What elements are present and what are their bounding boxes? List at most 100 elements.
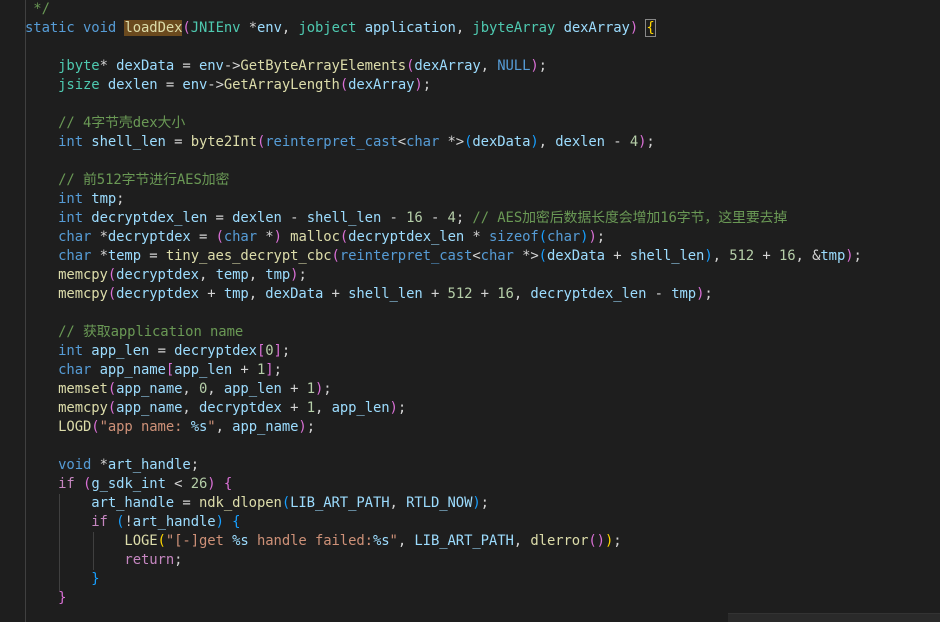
code-token: art_handle (91, 495, 175, 511)
code-token: 26 (190, 476, 208, 492)
code-token: handle failed: (248, 533, 373, 549)
code-token: } (91, 571, 100, 587)
code-line-15[interactable]: memcpy(decryptdex, temp, tmp); (25, 266, 307, 285)
code-token: temp (215, 267, 249, 283)
code-line-28[interactable]: if (!art_handle) { (25, 513, 240, 532)
code-line-29[interactable]: LOGE("[-]get %s handle failed:%s", LIB_A… (25, 532, 622, 551)
code-token: ; (613, 533, 622, 549)
code-token: + (422, 286, 448, 302)
code-token: int (58, 191, 83, 207)
code-line-26[interactable]: if (g_sdk_int < 26) { (25, 475, 232, 494)
code-token: JNIEnv (190, 20, 241, 36)
code-line-14[interactable]: char *temp = tiny_aes_decrypt_cbc(reinte… (25, 247, 862, 266)
code-token: ) (298, 419, 307, 435)
code-token: tmp (91, 191, 117, 207)
code-token: ) (414, 77, 423, 93)
code-token: = (174, 58, 199, 74)
code-token: - (646, 286, 672, 302)
code-token: < (472, 248, 481, 264)
code-line-12[interactable]: int decryptdex_len = dexlen - shell_len … (25, 209, 787, 228)
code-token: , (314, 400, 332, 416)
code-line-19[interactable]: int app_len = decryptdex[0]; (25, 342, 290, 361)
code-token: GetArrayLength (223, 77, 340, 93)
code-token: byte2Int (190, 134, 257, 150)
code-token: ( (538, 229, 547, 245)
code-token: application (364, 20, 456, 36)
code-token: { (232, 514, 241, 530)
horizontal-scrollbar[interactable] (728, 613, 940, 622)
code-token: app_len (91, 343, 150, 359)
code-token: %s (232, 533, 249, 549)
code-token: ndk_dlopen (198, 495, 282, 511)
code-line-8[interactable]: int shell_len = byte2Int(reinterpret_cas… (25, 133, 655, 152)
code-line-16[interactable]: memcpy(decryptdex + tmp, dexData + shell… (25, 285, 713, 304)
code-token: dlerror (530, 533, 589, 549)
code-token: = (141, 248, 166, 264)
code-line-18[interactable]: // 获取application name (25, 323, 243, 342)
code-line-20[interactable]: char app_name[app_len + 1]; (25, 361, 282, 380)
code-token: + (323, 286, 349, 302)
code-line-5[interactable]: jsize dexlen = env->GetArrayLength(dexAr… (25, 76, 431, 95)
code-token: * (91, 457, 108, 473)
code-line-23[interactable]: LOGD("app name: %s", app_name); (25, 418, 315, 437)
code-token: , (397, 533, 415, 549)
code-token: , & (795, 248, 821, 264)
code-token: // 4字节壳dex大小 (58, 115, 186, 131)
code-line-21[interactable]: memset(app_name, 0, app_len + 1); (25, 380, 332, 399)
code-token: , (389, 495, 407, 511)
code-line-32[interactable]: } (25, 589, 66, 608)
code-token: * (257, 229, 274, 245)
code-token: ; (480, 495, 489, 511)
code-token: 1 (306, 400, 315, 416)
code-token: ( (215, 229, 224, 245)
code-token: jsize (58, 77, 100, 93)
code-token: decryptdex_len (348, 229, 465, 245)
code-token: ( (339, 77, 349, 93)
code-token: ) (389, 400, 398, 416)
code-line-31[interactable]: } (25, 570, 100, 589)
code-token: ) (845, 248, 854, 264)
code-token: tmp (820, 248, 846, 264)
code-token: ; (704, 286, 713, 302)
code-line-30[interactable]: return; (25, 551, 182, 570)
code-token: ; (298, 267, 307, 283)
code-token: + (281, 381, 307, 397)
code-token: int (58, 343, 83, 359)
code-line-4[interactable]: jbyte* dexData = env->GetByteArrayElemen… (25, 57, 547, 76)
code-line-1[interactable]: */ (25, 0, 50, 19)
code-line-13[interactable]: char *decryptdex = (char *) malloc(decry… (25, 228, 605, 247)
code-line-10[interactable]: // 前512字节进行AES加密 (25, 171, 229, 190)
code-line-2[interactable]: static void loadDex(JNIEnv *env, jobject… (25, 19, 656, 38)
code-editor[interactable]: */static void loadDex(JNIEnv *env, jobje… (0, 0, 940, 622)
code-line-27[interactable]: art_handle = ndk_dlopen(LIB_ART_PATH, RT… (25, 494, 489, 513)
code-token: malloc (290, 229, 340, 245)
code-line-25[interactable]: void *art_handle; (25, 456, 199, 475)
code-token: ( (538, 248, 547, 264)
code-token: ; (281, 343, 291, 359)
code-line-22[interactable]: memcpy(app_name, decryptdex + 1, app_len… (25, 399, 406, 418)
code-token: memset (58, 381, 108, 397)
code-token: int (58, 134, 83, 150)
code-token: ( (281, 495, 291, 511)
code-token: dexlen (555, 134, 605, 150)
code-token: void (83, 20, 117, 36)
code-token: %s (190, 419, 208, 435)
code-token: tiny_aes_decrypt_cbc (165, 248, 332, 264)
code-token: ( (107, 381, 117, 397)
code-token: , (198, 267, 216, 283)
code-token: , (480, 58, 498, 74)
code-token: * (91, 248, 108, 264)
code-line-11[interactable]: int tmp; (25, 190, 124, 209)
code-line-7[interactable]: // 4字节壳dex大小 (25, 114, 185, 133)
code-token: reinterpret_cast (339, 248, 473, 264)
